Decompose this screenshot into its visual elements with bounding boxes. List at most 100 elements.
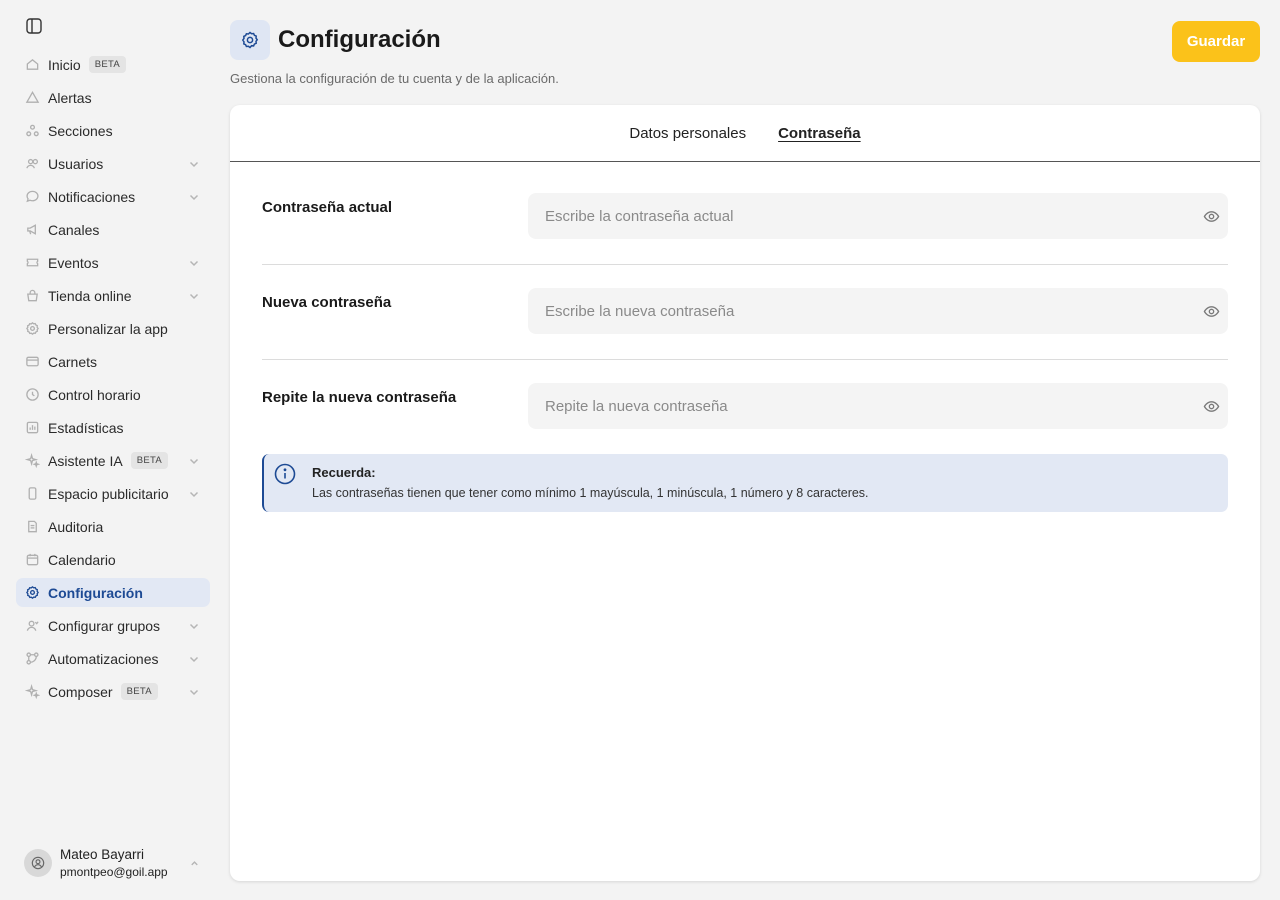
eye-icon[interactable] <box>1202 207 1220 225</box>
sidebar-nav: Inicio BETA Alertas Secciones Usuarios Notifi… <box>16 50 210 710</box>
page-title: Configuración <box>278 26 441 53</box>
info-title: Recuerda: <box>312 465 376 480</box>
current-password-label: Contraseña actual <box>262 199 393 216</box>
chevron-down-icon[interactable] <box>188 257 200 269</box>
chat-icon <box>24 189 40 205</box>
avatar <box>24 849 52 877</box>
password-rules-info: Recuerda: Las contraseñas tienen que ten… <box>262 454 1228 512</box>
sidebar-item-label: Auditoria <box>48 518 104 535</box>
sidebar-item-label: Notificaciones <box>48 188 136 205</box>
sidebar-item-secciones[interactable]: Secciones <box>16 116 210 145</box>
sidebar-item-notificaciones[interactable]: Notificaciones <box>16 182 210 211</box>
card-icon <box>24 354 40 370</box>
new-password-label: Nueva contraseña <box>262 294 392 311</box>
eye-icon[interactable] <box>1202 397 1220 415</box>
page-subtitle: Gestiona la configuración de tu cuenta y… <box>230 71 559 86</box>
sidebar-item-configuracion[interactable]: Configuración <box>16 578 210 607</box>
sidebar-item-label: Espacio publicitario <box>48 485 169 502</box>
sidebar-item-label: Canales <box>48 221 100 238</box>
settings-card: Datos personales Contraseña Contraseña a… <box>230 105 1260 881</box>
user-name: Mateo Bayarri <box>60 846 145 862</box>
sidebar-item-control-horario[interactable]: Control horario <box>16 380 210 409</box>
divider <box>262 264 1228 265</box>
sparkle-icon <box>24 453 40 469</box>
chevron-down-icon[interactable] <box>188 686 200 698</box>
sidebar-item-usuarios[interactable]: Usuarios <box>16 149 210 178</box>
sidebar-item-automatizaciones[interactable]: Automatizaciones <box>16 644 210 673</box>
chevron-down-icon[interactable] <box>188 455 200 467</box>
sidebar-toggle-icon[interactable] <box>24 16 44 36</box>
chevron-down-icon[interactable] <box>188 653 200 665</box>
sidebar-item-label: Estadísticas <box>48 419 124 436</box>
new-password-input[interactable] <box>528 288 1228 334</box>
sidebar-item-configurar-grupos[interactable]: Configurar grupos <box>16 611 210 640</box>
sidebar-item-label: Carnets <box>48 353 98 370</box>
repeat-password-label: Repite la nueva contraseña <box>262 389 457 406</box>
eye-icon[interactable] <box>1202 302 1220 320</box>
divider <box>262 359 1228 360</box>
gear-icon <box>230 20 270 60</box>
sidebar-item-label: Composer <box>48 683 113 700</box>
phone-icon <box>24 486 40 502</box>
users-icon <box>24 156 40 172</box>
sections-icon <box>24 123 40 139</box>
sidebar-item-alertas[interactable]: Alertas <box>16 83 210 112</box>
sidebar-item-label: Alertas <box>48 89 92 106</box>
chevron-down-icon[interactable] <box>188 158 200 170</box>
settings-icon <box>24 321 40 337</box>
chevron-down-icon[interactable] <box>188 191 200 203</box>
sidebar-item-tienda-online[interactable]: Tienda online <box>16 281 210 310</box>
user-menu[interactable]: Mateo Bayarri pmontpeo@goil.app <box>24 845 204 881</box>
beta-badge: BETA <box>88 56 126 73</box>
calendar-icon <box>24 552 40 568</box>
sidebar: Inicio BETA Alertas Secciones Usuarios Notifi… <box>0 0 226 900</box>
current-password-field <box>528 193 1228 239</box>
sidebar-item-personalizar-la-app[interactable]: Personalizar la app <box>16 314 210 343</box>
sidebar-item-canales[interactable]: Canales <box>16 215 210 244</box>
alert-icon <box>24 90 40 106</box>
sparkle-icon <box>24 684 40 700</box>
sidebar-item-eventos[interactable]: Eventos <box>16 248 210 277</box>
beta-badge: BETA <box>130 452 169 469</box>
sidebar-item-calendario[interactable]: Calendario <box>16 545 210 574</box>
save-button[interactable]: Guardar <box>1172 21 1260 62</box>
sidebar-item-auditoria[interactable]: Auditoria <box>16 512 210 541</box>
repeat-password-field <box>528 383 1228 429</box>
chevron-down-icon[interactable] <box>188 290 200 302</box>
sidebar-item-asistente-ia[interactable]: Asistente IA BETA <box>16 446 210 475</box>
sidebar-item-label: Configuración <box>48 584 143 601</box>
chart-icon <box>24 420 40 436</box>
sidebar-item-inicio[interactable]: Inicio BETA <box>16 50 210 79</box>
sidebar-item-label: Usuarios <box>48 155 104 172</box>
user-email: pmontpeo@goil.app <box>60 864 168 879</box>
current-password-input[interactable] <box>528 193 1228 239</box>
sidebar-item-label: Inicio <box>48 56 81 73</box>
sidebar-item-label: Automatizaciones <box>48 650 159 667</box>
new-password-field <box>528 288 1228 334</box>
sidebar-item-label: Configurar grupos <box>48 617 161 634</box>
sidebar-item-espacio-publicitario[interactable]: Espacio publicitario <box>16 479 210 508</box>
info-icon <box>274 463 296 485</box>
tab-password[interactable]: Contraseña <box>778 125 861 142</box>
sidebar-item-label: Tienda online <box>48 287 132 304</box>
sidebar-item-label: Control horario <box>48 386 141 403</box>
sidebar-item-label: Calendario <box>48 551 116 568</box>
tab-personal-data[interactable]: Datos personales <box>629 125 746 142</box>
sidebar-item-label: Secciones <box>48 122 113 139</box>
ticket-icon <box>24 255 40 271</box>
chevron-down-icon[interactable] <box>188 620 200 632</box>
document-icon <box>24 519 40 535</box>
megaphone-icon <box>24 222 40 238</box>
home-icon <box>24 57 40 73</box>
sidebar-item-composer[interactable]: Composer BETA <box>16 677 210 706</box>
info-text: Las contraseñas tienen que tener como mí… <box>312 486 869 500</box>
gear-icon <box>24 585 40 601</box>
user-group-icon <box>24 618 40 634</box>
repeat-password-input[interactable] <box>528 383 1228 429</box>
sidebar-item-estadisticas[interactable]: Estadísticas <box>16 413 210 442</box>
chevron-down-icon[interactable] <box>188 488 200 500</box>
tab-bar: Datos personales Contraseña <box>230 105 1260 162</box>
sidebar-item-carnets[interactable]: Carnets <box>16 347 210 376</box>
clock-icon <box>24 387 40 403</box>
workflow-icon <box>24 651 40 667</box>
